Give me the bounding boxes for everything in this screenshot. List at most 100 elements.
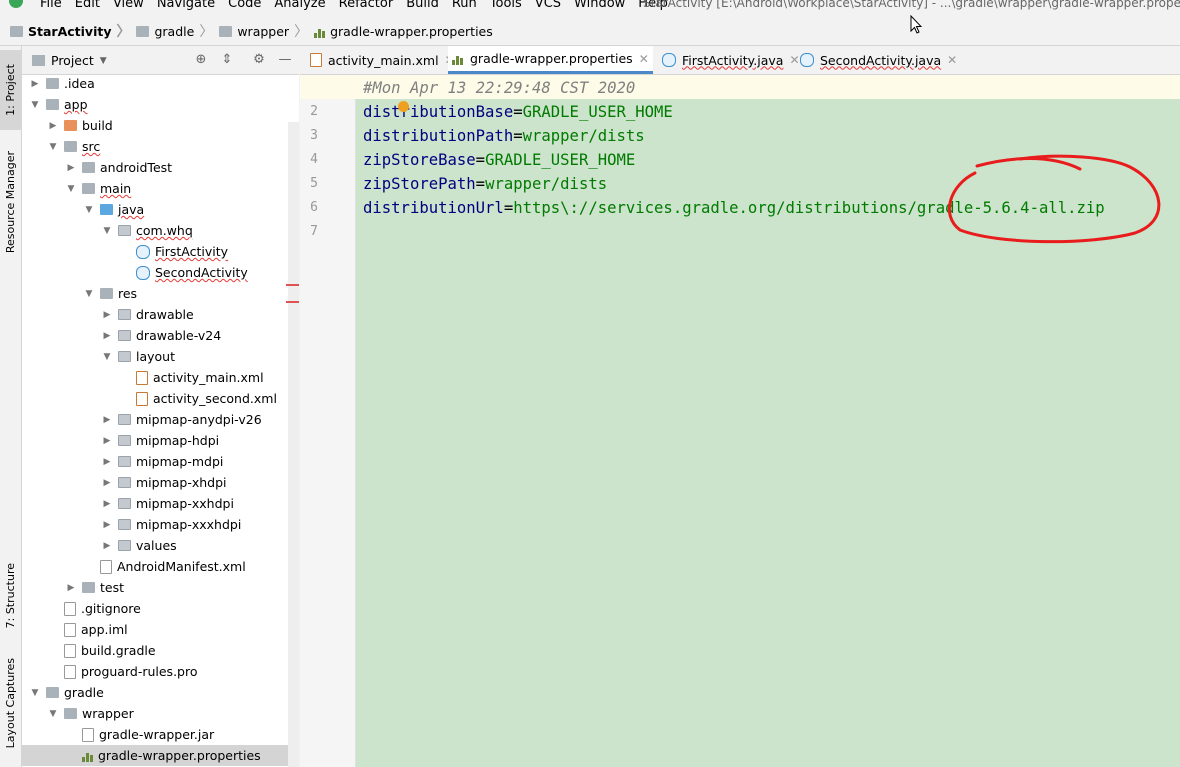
- tree-item[interactable]: ▼ wrapper: [22, 703, 299, 724]
- lightbulb-icon[interactable]: [398, 101, 409, 112]
- red-circle-annotation: [947, 154, 1161, 244]
- tree-item-label: app.iml: [81, 622, 128, 637]
- collapse-arrow-icon[interactable]: ▶: [102, 457, 112, 467]
- collapse-arrow-icon[interactable]: ▶: [102, 436, 112, 446]
- hide-icon[interactable]: —: [277, 52, 293, 68]
- breadcrumb-file[interactable]: gradle-wrapper.properties: [314, 24, 493, 39]
- tree-item[interactable]: ▼ com.whq: [22, 220, 299, 241]
- tree-item[interactable]: app.iml: [22, 619, 299, 640]
- tree-item[interactable]: gradle-wrapper.jar: [22, 724, 299, 745]
- code-line: zipStorePath=wrapper/dists: [363, 175, 607, 193]
- tree-item[interactable]: ▶ mipmap-xxhdpi: [22, 493, 299, 514]
- expand-arrow-icon[interactable]: ▼: [84, 289, 94, 299]
- breadcrumb-project[interactable]: StarActivity 〉: [10, 21, 130, 41]
- tree-item[interactable]: ▼ java: [22, 199, 299, 220]
- menu-window[interactable]: Window: [574, 0, 625, 11]
- package-icon: [118, 330, 131, 341]
- tree-item[interactable]: activity_second.xml: [22, 388, 299, 409]
- tab-activity-main-xml[interactable]: activity_main.xml✕: [306, 46, 459, 74]
- locate-icon[interactable]: ⊕: [193, 52, 209, 68]
- collapse-all-icon[interactable]: ⇕: [219, 52, 235, 68]
- tree-item[interactable]: ▶ androidTest: [22, 157, 299, 178]
- collapse-arrow-icon[interactable]: ▶: [102, 415, 112, 425]
- tree-item[interactable]: activity_main.xml: [22, 367, 299, 388]
- tree-item[interactable]: ▶ mipmap-xhdpi: [22, 472, 299, 493]
- tree-item[interactable]: .gitignore: [22, 598, 299, 619]
- breadcrumb-wrapper[interactable]: wrapper 〉: [219, 21, 308, 41]
- menu-navigate[interactable]: Navigate: [157, 0, 215, 11]
- tree-item[interactable]: ▶ .idea: [22, 74, 299, 94]
- tree-item[interactable]: ▼ main: [22, 178, 299, 199]
- tree-item[interactable]: ▼ app: [22, 94, 299, 115]
- menu-code[interactable]: Code: [228, 0, 261, 11]
- expand-arrow-icon[interactable]: ▼: [48, 709, 58, 719]
- tab-gradle-wrapper-properties[interactable]: gradle-wrapper.properties ✕: [448, 46, 653, 74]
- tree-item-label: build: [82, 118, 113, 133]
- tab-secondactivity-java[interactable]: SecondActivity.java ✕: [796, 46, 961, 74]
- menu-run[interactable]: Run: [452, 0, 477, 11]
- menu-build[interactable]: Build: [406, 0, 439, 11]
- tree-item[interactable]: ▼ layout: [22, 346, 299, 367]
- close-icon[interactable]: ✕: [947, 53, 957, 67]
- tree-item[interactable]: ▶ build: [22, 115, 299, 136]
- tree-item[interactable]: gradle-wrapper.properties: [22, 745, 299, 766]
- menu-view[interactable]: View: [113, 0, 144, 11]
- gear-icon[interactable]: ⚙: [251, 52, 267, 68]
- expand-arrow-icon[interactable]: ▼: [30, 100, 40, 110]
- breadcrumb-gradle[interactable]: gradle 〉: [136, 21, 213, 41]
- collapse-arrow-icon[interactable]: ▶: [102, 499, 112, 509]
- expand-arrow-icon[interactable]: ▼: [48, 142, 58, 152]
- expand-arrow-icon[interactable]: ▼: [102, 352, 112, 362]
- tree-item[interactable]: build.gradle: [22, 640, 299, 661]
- tab-layout-captures[interactable]: Layout Captures: [0, 656, 21, 751]
- tab-label: gradle-wrapper.properties: [470, 51, 633, 66]
- tree-item[interactable]: ▼ src: [22, 136, 299, 157]
- collapse-arrow-icon[interactable]: ▶: [66, 163, 76, 173]
- menu-tools[interactable]: Tools: [490, 0, 522, 11]
- tree-item[interactable]: ▶ mipmap-hdpi: [22, 430, 299, 451]
- chevron-right-icon: 〉: [199, 24, 214, 40]
- collapse-arrow-icon[interactable]: ▶: [102, 520, 112, 530]
- tree-scrollbar[interactable]: [288, 122, 299, 767]
- tree-item[interactable]: ▶ drawable: [22, 304, 299, 325]
- android-studio-icon: [9, 0, 23, 8]
- collapse-arrow-icon[interactable]: ▶: [102, 310, 112, 320]
- collapse-arrow-icon[interactable]: ▶: [102, 331, 112, 341]
- menu-items: File Edit View Navigate Code Analyze Ref…: [40, 0, 681, 11]
- menu-vcs[interactable]: VCS: [535, 0, 561, 11]
- excluded-folder-icon: [64, 120, 77, 131]
- expand-arrow-icon[interactable]: ▼: [66, 184, 76, 194]
- tree-item[interactable]: FirstActivity: [22, 241, 299, 262]
- menu-analyze[interactable]: Analyze: [274, 0, 325, 11]
- close-icon[interactable]: ✕: [639, 52, 649, 66]
- tree-item[interactable]: ▶ mipmap-anydpi-v26: [22, 409, 299, 430]
- expand-arrow-icon[interactable]: ▼: [30, 688, 40, 698]
- tab-structure[interactable]: 7: Structure: [0, 556, 21, 636]
- collapse-arrow-icon[interactable]: ▶: [102, 541, 112, 551]
- tree-item[interactable]: ▶ mipmap-xxxhdpi: [22, 514, 299, 535]
- tab-resource-manager[interactable]: Resource Manager: [0, 142, 21, 262]
- menu-file[interactable]: File: [40, 0, 62, 11]
- tree-item[interactable]: ▶ test: [22, 577, 299, 598]
- package-icon: [118, 225, 131, 236]
- collapse-arrow-icon[interactable]: ▶: [48, 121, 58, 131]
- tree-item[interactable]: AndroidManifest.xml: [22, 556, 299, 577]
- tree-item[interactable]: ▼ res: [22, 283, 299, 304]
- tree-item[interactable]: ▶ values: [22, 535, 299, 556]
- tree-item[interactable]: ▶ drawable-v24: [22, 325, 299, 346]
- collapse-arrow-icon[interactable]: ▶: [102, 478, 112, 488]
- menu-refactor[interactable]: Refactor: [339, 0, 394, 11]
- tab-firstactivity-java[interactable]: FirstActivity.java ✕: [658, 46, 804, 74]
- expand-arrow-icon[interactable]: ▼: [102, 226, 112, 236]
- tree-item[interactable]: proguard-rules.pro: [22, 661, 299, 682]
- tree-item[interactable]: SecondActivity: [22, 262, 299, 283]
- expand-arrow-icon[interactable]: ▼: [84, 205, 94, 215]
- menu-edit[interactable]: Edit: [75, 0, 100, 11]
- property-value: wrapper/dists: [522, 127, 645, 145]
- tree-item[interactable]: ▶ mipmap-mdpi: [22, 451, 299, 472]
- collapse-arrow-icon[interactable]: ▶: [30, 79, 40, 89]
- project-view-selector[interactable]: Project ▼: [32, 53, 107, 68]
- tree-item[interactable]: ▼ gradle: [22, 682, 299, 703]
- tab-project-tool[interactable]: 1: Project: [0, 50, 21, 130]
- collapse-arrow-icon[interactable]: ▶: [66, 583, 76, 593]
